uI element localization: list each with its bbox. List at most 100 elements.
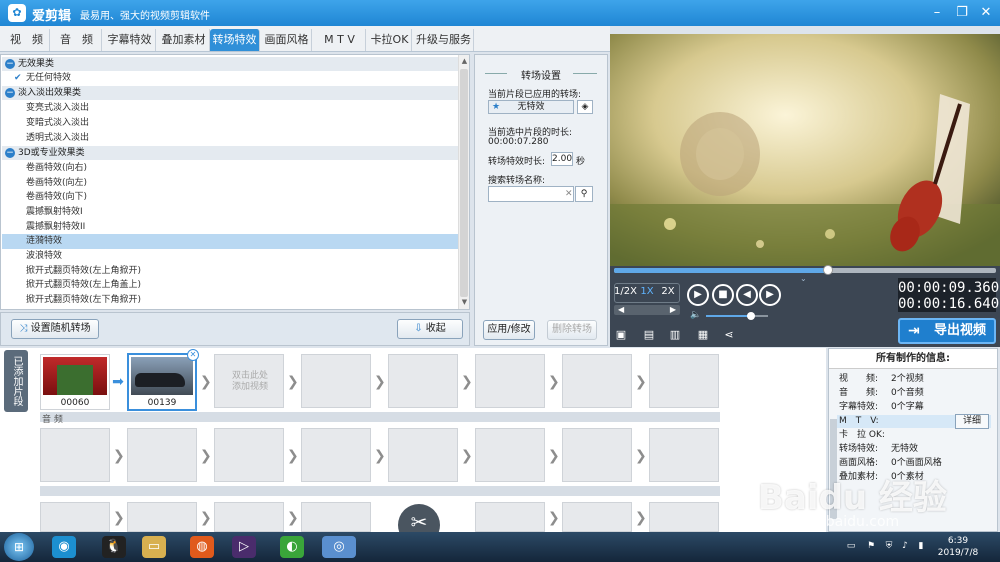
tab-subtitle-effects[interactable]: 字幕特效 bbox=[104, 29, 156, 51]
empty-audio-slot[interactable] bbox=[214, 428, 284, 482]
scrollbar-thumb[interactable] bbox=[460, 69, 468, 297]
file-explorer-icon[interactable]: ▭ bbox=[142, 536, 166, 558]
video-preview[interactable] bbox=[610, 34, 1000, 266]
speed-1x-button[interactable]: 1X bbox=[638, 286, 656, 297]
open-folder-icon[interactable]: ▤ bbox=[642, 328, 656, 342]
list-item[interactable]: 卷画特效(向下) bbox=[2, 190, 458, 205]
collapse-button[interactable]: ⇩ 收起 bbox=[397, 319, 463, 339]
speed-half-button[interactable]: 1/2X bbox=[614, 286, 637, 297]
scroll-down-icon[interactable]: ▼ bbox=[460, 298, 469, 308]
speed-2x-button[interactable]: 2X bbox=[658, 286, 678, 297]
video-clip-selected[interactable]: 00139 ✕ bbox=[127, 349, 199, 411]
export-video-button[interactable]: ⇥ 导出视频 bbox=[898, 318, 996, 344]
stop-icon[interactable]: ■ bbox=[712, 284, 734, 306]
playback-progress-bar[interactable] bbox=[614, 265, 996, 275]
empty-clip-slot[interactable] bbox=[301, 354, 371, 408]
empty-clip-slot[interactable] bbox=[562, 502, 632, 532]
seek-back-icon[interactable]: ◀ bbox=[618, 305, 624, 314]
added-clips-side-tab[interactable]: 已添加片段 bbox=[4, 350, 28, 412]
next-frame-icon[interactable]: ▶ bbox=[759, 284, 781, 306]
list-item-selected[interactable]: 涟漪特效 bbox=[2, 234, 458, 249]
video-clip[interactable]: 00060 bbox=[40, 354, 110, 410]
list-item[interactable]: 卷画特效(向左) bbox=[2, 176, 458, 191]
minimize-icon[interactable]: – bbox=[926, 3, 948, 23]
empty-audio-slot[interactable] bbox=[475, 428, 545, 482]
volume-handle[interactable] bbox=[746, 312, 755, 320]
search-input[interactable] bbox=[488, 186, 574, 202]
save-icon[interactable]: ▥ bbox=[668, 328, 682, 342]
empty-clip-slot[interactable] bbox=[649, 502, 719, 532]
collapse-icon[interactable]: − bbox=[5, 59, 15, 69]
empty-clip-slot[interactable] bbox=[388, 354, 458, 408]
play-icon[interactable]: ▶ bbox=[687, 284, 709, 306]
category-header[interactable]: −3D或专业效果类 bbox=[2, 146, 458, 160]
empty-clip-slot[interactable] bbox=[475, 502, 545, 532]
progress-handle[interactable] bbox=[822, 265, 833, 275]
collapse-icon[interactable]: − bbox=[5, 148, 15, 158]
close-icon[interactable]: ✕ bbox=[975, 3, 997, 23]
empty-clip-slot[interactable] bbox=[214, 502, 284, 532]
transition-arrow-icon[interactable]: ❯❯ bbox=[374, 375, 397, 389]
green-app-icon[interactable]: ◐ bbox=[280, 536, 304, 558]
category-header[interactable]: − 淡入淡出效果类 bbox=[2, 86, 458, 100]
empty-clip-slot[interactable] bbox=[40, 502, 110, 532]
list-item[interactable]: 震撼飘射特效I bbox=[2, 205, 458, 220]
empty-audio-slot[interactable] bbox=[388, 428, 458, 482]
aijianji-taskbar-icon[interactable]: ◎ bbox=[322, 536, 356, 558]
list-item[interactable]: 掀开式翻页特效(左下角掀开) bbox=[2, 293, 458, 308]
search-icon[interactable]: ⚲ bbox=[575, 186, 593, 202]
new-project-icon[interactable]: ▣ bbox=[614, 328, 628, 342]
previous-frame-icon[interactable]: ◀ bbox=[736, 284, 758, 306]
remove-clip-icon[interactable]: ✕ bbox=[187, 349, 199, 361]
save-as-icon[interactable]: ▦ bbox=[696, 328, 710, 342]
expand-chevron-icon[interactable]: ⌄ bbox=[800, 274, 807, 283]
tab-overlay-material[interactable]: 叠加素材 bbox=[158, 29, 210, 51]
delete-transition-button[interactable]: 删除转场 bbox=[547, 320, 597, 340]
list-item[interactable]: 掀开式翻页特效(左上角盖上) bbox=[2, 278, 458, 293]
clear-search-icon[interactable]: ✕ bbox=[565, 189, 573, 199]
cut-button[interactable]: ✂ bbox=[398, 504, 440, 532]
tab-upgrade-service[interactable]: 升级与服务 bbox=[414, 29, 474, 51]
tab-video[interactable]: 视 频 bbox=[4, 29, 50, 51]
empty-audio-slot[interactable] bbox=[127, 428, 197, 482]
firefox-icon[interactable]: ◍ bbox=[190, 536, 214, 558]
list-item[interactable]: ✔ 无任何特效 bbox=[2, 71, 458, 86]
preview-transition-icon[interactable]: ◈ bbox=[577, 100, 593, 114]
list-item[interactable]: 掀开式翻页特效(左上角掀开) bbox=[2, 264, 458, 279]
flag-tray-icon[interactable]: ⚑ bbox=[866, 541, 876, 551]
transition-arrow-icon[interactable]: ❯❯ bbox=[548, 375, 571, 389]
scroll-up-icon[interactable]: ▲ bbox=[460, 57, 469, 67]
empty-clip-slot[interactable] bbox=[649, 354, 719, 408]
empty-clip-slot[interactable] bbox=[475, 354, 545, 408]
add-video-placeholder[interactable]: 双击此处 添加视频 bbox=[214, 354, 284, 408]
fine-seek-bar[interactable]: ◀ ▶ bbox=[614, 305, 680, 315]
restore-icon[interactable]: ❐ bbox=[951, 3, 973, 23]
network-tray-icon[interactable]: ▮ bbox=[916, 541, 926, 551]
list-item[interactable]: 透明式淡入淡出 bbox=[2, 131, 458, 146]
list-item[interactable]: 卷画特效(向右) bbox=[2, 161, 458, 176]
apply-modify-button[interactable]: 应用/修改 bbox=[483, 320, 535, 340]
volume-tray-icon[interactable]: ♪ bbox=[900, 541, 910, 551]
transition-arrow-icon[interactable]: ❯❯ bbox=[200, 375, 223, 389]
empty-clip-slot[interactable] bbox=[562, 354, 632, 408]
transition-arrow-icon[interactable]: ➡ bbox=[112, 375, 124, 389]
transition-arrow-icon[interactable]: ❯❯ bbox=[461, 375, 484, 389]
tab-mtv[interactable]: M T V bbox=[314, 29, 366, 51]
list-item[interactable]: 变亮式淡入淡出 bbox=[2, 101, 458, 116]
list-scrollbar[interactable]: ▲ ▼ bbox=[458, 55, 469, 309]
volume-slider[interactable] bbox=[706, 312, 768, 320]
tab-karaoke[interactable]: 卡拉OK bbox=[368, 29, 412, 51]
random-transition-button[interactable]: ⤨ 设置随机转场 bbox=[11, 319, 99, 339]
security-tray-icon[interactable]: ⛨ bbox=[884, 541, 894, 551]
category-header[interactable]: − 无效果类 bbox=[2, 57, 458, 71]
tab-audio[interactable]: 音 频 bbox=[52, 29, 102, 51]
start-button-icon[interactable]: ⊞ bbox=[4, 533, 34, 561]
transition-arrow-icon[interactable]: ❯❯ bbox=[635, 375, 658, 389]
empty-audio-slot[interactable] bbox=[562, 428, 632, 482]
qq-icon[interactable]: 🐧 bbox=[102, 536, 126, 558]
effect-duration-input[interactable]: 2.00 bbox=[551, 152, 573, 166]
media-player-icon[interactable]: ◉ bbox=[52, 536, 76, 558]
empty-audio-slot[interactable] bbox=[301, 428, 371, 482]
volume-icon[interactable]: 🔈 bbox=[690, 310, 701, 320]
keyboard-tray-icon[interactable]: ▭ bbox=[846, 541, 856, 551]
